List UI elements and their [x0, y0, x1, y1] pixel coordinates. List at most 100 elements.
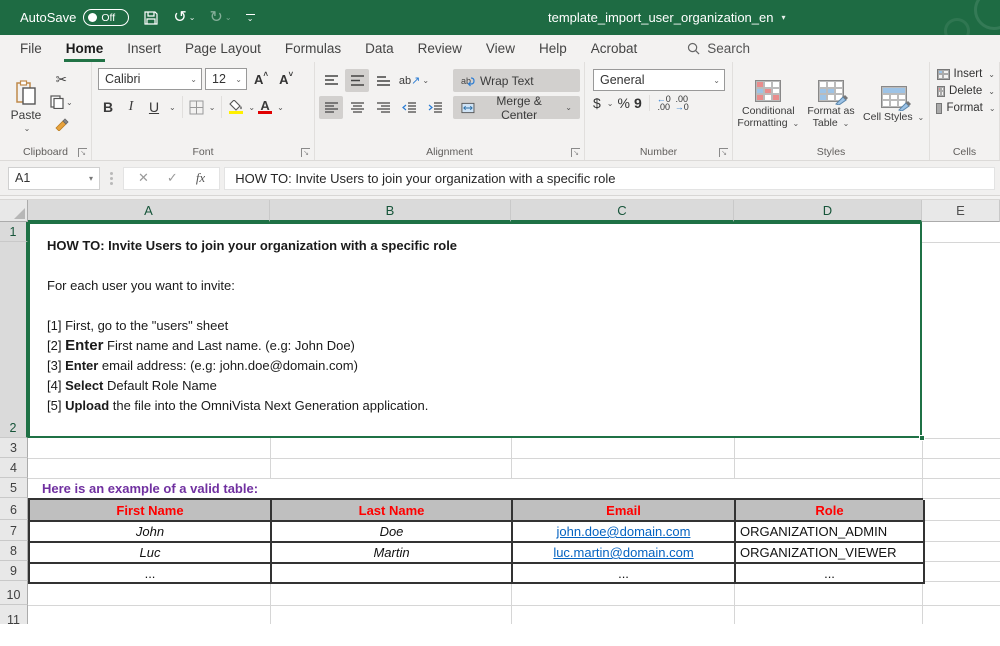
- number-format-dropdown-icon[interactable]: ⌄: [713, 76, 720, 85]
- cell-last-name-2[interactable]: Martin: [272, 543, 513, 564]
- copy-dropdown-icon[interactable]: ⌄: [66, 98, 73, 107]
- format-cells-button[interactable]: Format ⌄: [937, 102, 995, 114]
- menu-tab-file[interactable]: File: [8, 35, 54, 62]
- accounting-format-button[interactable]: $: [593, 95, 601, 111]
- merge-center-button[interactable]: Merge & Center ⌄: [453, 96, 580, 119]
- increase-font-button[interactable]: A˄: [250, 70, 272, 89]
- cell-first-name-3[interactable]: ...: [30, 564, 272, 584]
- name-box[interactable]: A1 ▾: [8, 167, 100, 190]
- formula-input[interactable]: HOW TO: Invite Users to join your organi…: [224, 167, 995, 190]
- font-size-combo[interactable]: 12 ⌄: [205, 68, 247, 90]
- table-header-last-name[interactable]: Last Name: [272, 500, 513, 522]
- font-name-combo[interactable]: Calibri ⌄: [98, 68, 202, 90]
- insert-dropdown-icon[interactable]: ⌄: [988, 70, 995, 79]
- menu-tab-review[interactable]: Review: [406, 35, 474, 62]
- italic-button[interactable]: I: [121, 96, 141, 118]
- percent-style-button[interactable]: %: [618, 95, 630, 111]
- alignment-dialog-launcher[interactable]: ↘: [571, 148, 580, 157]
- align-right-button[interactable]: [371, 96, 395, 119]
- menu-tab-formulas[interactable]: Formulas: [273, 35, 353, 62]
- undo-button[interactable]: ↺ ⌄: [173, 10, 195, 26]
- autosave-toggle[interactable]: AutoSave Off: [20, 9, 129, 26]
- cell-styles-button[interactable]: Cell Styles ⌄: [863, 68, 925, 142]
- orientation-button[interactable]: ab ↗ ⌄: [397, 69, 431, 92]
- align-top-button[interactable]: [319, 69, 343, 92]
- table-header-email[interactable]: Email: [513, 500, 736, 522]
- row-header-6[interactable]: 6: [0, 498, 28, 520]
- menu-tab-data[interactable]: Data: [353, 35, 406, 62]
- align-left-button[interactable]: [319, 96, 343, 119]
- fill-color-dropdown-icon[interactable]: ⌄: [248, 103, 255, 112]
- align-center-button[interactable]: [345, 96, 369, 119]
- cell-role-3[interactable]: ...: [736, 564, 925, 584]
- cell-area[interactable]: HOW TO: Invite Users to join your organi…: [28, 222, 1000, 624]
- undo-dropdown-icon[interactable]: ⌄: [189, 14, 196, 22]
- conditional-formatting-button[interactable]: Conditional Formatting ⌄: [737, 68, 799, 142]
- delete-dropdown-icon[interactable]: ⌄: [988, 87, 995, 96]
- formula-bar-handle[interactable]: [110, 172, 113, 185]
- menu-tab-acrobat[interactable]: Acrobat: [579, 35, 650, 62]
- row-header-11[interactable]: 11: [0, 605, 28, 624]
- align-middle-button[interactable]: [345, 69, 369, 92]
- menu-tab-help[interactable]: Help: [527, 35, 579, 62]
- increase-decimal-button[interactable]: ←0.00: [657, 95, 671, 111]
- increase-indent-button[interactable]: [423, 96, 447, 119]
- redo-dropdown-icon[interactable]: ⌄: [225, 14, 232, 22]
- menu-tab-home[interactable]: Home: [54, 35, 116, 62]
- bold-button[interactable]: B: [98, 96, 118, 118]
- customize-qat-button[interactable]: ⌄: [246, 14, 255, 22]
- menu-tab-view[interactable]: View: [474, 35, 527, 62]
- insert-function-icon[interactable]: fx: [196, 170, 205, 186]
- decrease-font-button[interactable]: A˅: [275, 70, 297, 89]
- merge-center-dropdown-icon[interactable]: ⌄: [565, 103, 572, 112]
- cell-role-2[interactable]: ORGANIZATION_VIEWER: [736, 543, 925, 564]
- font-size-dropdown-icon[interactable]: ⌄: [235, 75, 242, 84]
- row-header-3[interactable]: 3: [0, 438, 28, 458]
- row-header-2[interactable]: 2: [0, 242, 28, 438]
- column-header-A[interactable]: A: [28, 200, 270, 222]
- save-button[interactable]: [143, 10, 159, 26]
- row-header-10[interactable]: 10: [0, 581, 28, 605]
- cut-button[interactable]: ✂: [50, 72, 73, 88]
- font-color-button[interactable]: A: [258, 100, 272, 115]
- decrease-indent-button[interactable]: [397, 96, 421, 119]
- font-color-dropdown-icon[interactable]: ⌄: [277, 103, 284, 112]
- autosave-switch[interactable]: Off: [83, 9, 129, 26]
- format-dropdown-icon[interactable]: ⌄: [989, 104, 996, 113]
- accounting-dropdown-icon[interactable]: ⌄: [607, 99, 614, 108]
- cell-first-name-1[interactable]: John: [30, 522, 272, 543]
- cancel-icon[interactable]: ✕: [138, 170, 149, 186]
- wrap-text-button[interactable]: ab Wrap Text: [453, 69, 580, 92]
- decrease-decimal-button[interactable]: .00→0: [675, 95, 689, 111]
- underline-button[interactable]: U: [144, 96, 164, 118]
- fill-color-button[interactable]: [228, 100, 243, 115]
- menu-tab-insert[interactable]: Insert: [115, 35, 173, 62]
- column-header-E[interactable]: E: [922, 200, 1000, 222]
- menu-tab-page-layout[interactable]: Page Layout: [173, 35, 273, 62]
- table-header-role[interactable]: Role: [736, 500, 925, 522]
- delete-cells-button[interactable]: Delete ⌄: [937, 85, 995, 97]
- enter-icon[interactable]: ✓: [167, 170, 178, 186]
- borders-button[interactable]: [189, 100, 204, 115]
- column-header-B[interactable]: B: [270, 200, 511, 222]
- borders-dropdown-icon[interactable]: ⌄: [209, 103, 216, 112]
- cell-email-2[interactable]: luc.martin@domain.com: [513, 543, 736, 564]
- font-name-dropdown-icon[interactable]: ⌄: [190, 75, 197, 84]
- row-header-5[interactable]: 5: [0, 478, 28, 498]
- select-all-corner[interactable]: [0, 200, 28, 222]
- row-header-1[interactable]: 1: [0, 222, 28, 242]
- align-bottom-button[interactable]: [371, 69, 395, 92]
- comma-style-button[interactable]: 9: [634, 95, 642, 111]
- insert-cells-button[interactable]: Insert ⌄: [937, 68, 995, 80]
- selection-fill-handle[interactable]: [919, 435, 925, 441]
- orientation-dropdown-icon[interactable]: ⌄: [422, 76, 429, 85]
- clipboard-dialog-launcher[interactable]: ↘: [78, 148, 87, 157]
- cell-first-name-2[interactable]: Luc: [30, 543, 272, 564]
- document-title[interactable]: template_import_user_organization_en ▾: [548, 0, 786, 35]
- row-header-8[interactable]: 8: [0, 541, 28, 561]
- column-header-D[interactable]: D: [734, 200, 922, 222]
- paste-dropdown-icon[interactable]: ⌄: [24, 124, 31, 133]
- cell-role-1[interactable]: ORGANIZATION_ADMIN: [736, 522, 925, 543]
- redo-button[interactable]: ↻ ⌄: [209, 10, 231, 26]
- table-header-first-name[interactable]: First Name: [30, 500, 272, 522]
